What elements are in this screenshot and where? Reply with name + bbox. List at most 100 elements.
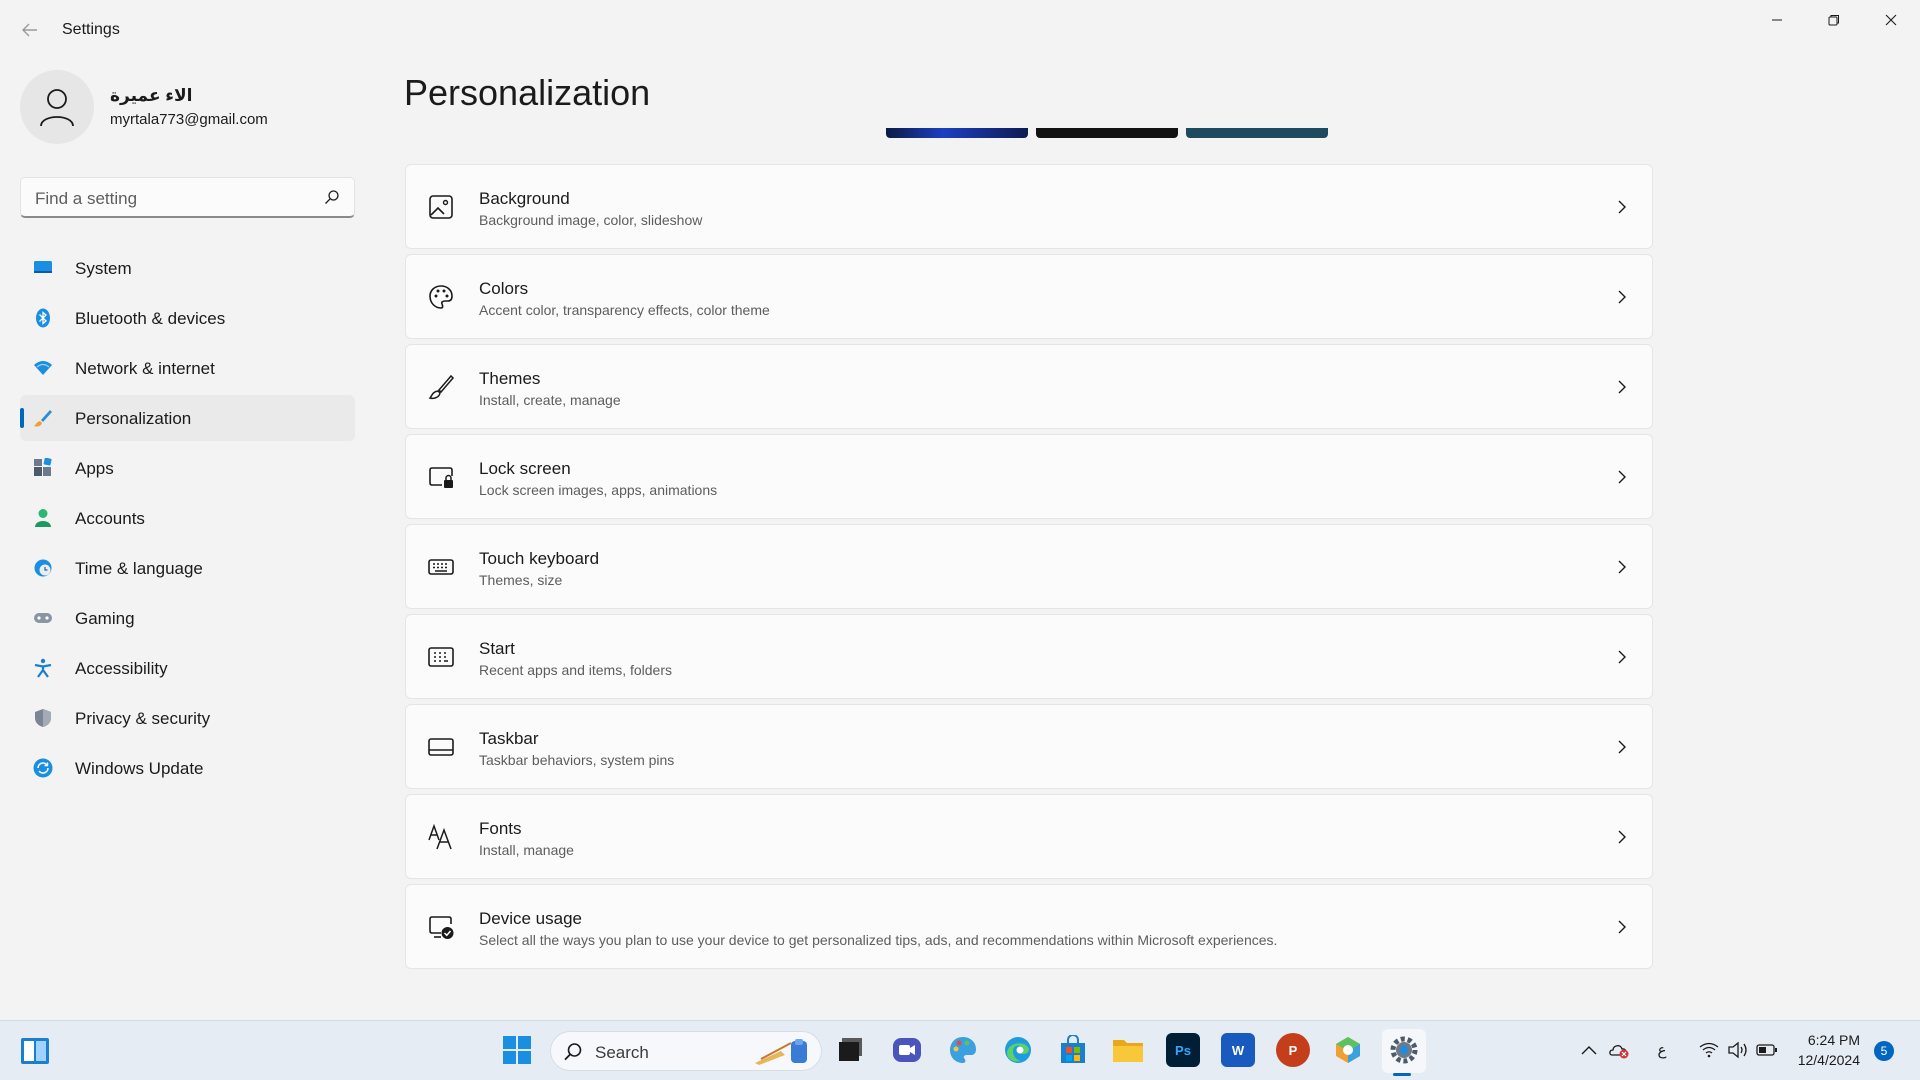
sidebar-item-accounts[interactable]: Accounts — [20, 495, 355, 541]
user-profile[interactable]: الاء عميرة myrtala773@gmail.com — [20, 70, 350, 146]
chevron-right-icon — [1618, 200, 1626, 214]
sidebar-item-time-language[interactable]: Time & language — [20, 545, 355, 591]
theme-thumbnail[interactable] — [1036, 128, 1178, 138]
sidebar-item-network[interactable]: Network & internet — [20, 345, 355, 391]
restore-button[interactable] — [1806, 0, 1862, 40]
chevron-right-icon — [1618, 920, 1626, 934]
sidebar-item-label: Time & language — [75, 559, 203, 578]
volume-icon[interactable] — [1727, 1039, 1749, 1061]
card-subtitle: Background image, color, slideshow — [479, 212, 703, 228]
clock-date[interactable]: 12/4/2024 — [1780, 1052, 1860, 1068]
chevron-right-icon — [1618, 560, 1626, 574]
sidebar-item-label: Gaming — [75, 609, 135, 628]
card-title: Fonts — [479, 819, 522, 838]
theme-thumbnail[interactable] — [886, 128, 1028, 138]
fonts-card[interactable]: Fonts Install, manage — [405, 794, 1653, 879]
onedrive-icon[interactable] — [1608, 1039, 1630, 1061]
sidebar-item-personalization[interactable]: Personalization — [20, 395, 355, 441]
minimize-button[interactable] — [1749, 0, 1805, 40]
wifi-icon[interactable] — [1698, 1039, 1720, 1061]
sidebar-item-label: Network & internet — [75, 359, 215, 378]
chevron-right-icon — [1618, 650, 1626, 664]
search-icon — [564, 1043, 582, 1061]
card-title: Touch keyboard — [479, 549, 600, 568]
palette-icon — [429, 285, 453, 309]
settings-search-input[interactable]: Find a setting — [20, 177, 355, 218]
file-explorer-icon[interactable] — [1111, 1033, 1145, 1067]
colors-card[interactable]: Colors Accent color, transparency effect… — [405, 254, 1653, 339]
apps-icon — [34, 458, 52, 476]
task-view-icon[interactable] — [834, 1033, 868, 1067]
card-subtitle: Accent color, transparency effects, colo… — [479, 302, 770, 318]
sidebar-item-accessibility[interactable]: Accessibility — [20, 645, 355, 691]
close-button[interactable] — [1863, 0, 1919, 40]
word-icon[interactable]: W — [1221, 1033, 1255, 1067]
photoshop-icon[interactable]: Ps — [1166, 1033, 1200, 1067]
background-card[interactable]: Background Background image, color, slid… — [405, 164, 1653, 249]
clock-time[interactable]: 6:24 PM — [1780, 1032, 1860, 1048]
widgets-icon[interactable] — [20, 1036, 50, 1066]
device-usage-icon — [429, 916, 454, 939]
sidebar-item-label: Apps — [75, 459, 114, 478]
accessibility-icon — [34, 658, 52, 678]
start-card[interactable]: Start Recent apps and items, folders — [405, 614, 1653, 699]
taskbar-card[interactable]: Taskbar Taskbar behaviors, system pins — [405, 704, 1653, 789]
chevron-right-icon — [1618, 740, 1626, 754]
paint-icon[interactable] — [946, 1033, 980, 1067]
chevron-right-icon — [1618, 380, 1626, 394]
sidebar-item-system[interactable]: System — [20, 245, 355, 291]
language-indicator[interactable]: ع — [1651, 1039, 1673, 1061]
edge-icon[interactable] — [1001, 1033, 1035, 1067]
taskbar-search-input[interactable]: Search — [550, 1031, 822, 1071]
wifi-icon — [34, 361, 52, 375]
card-title: Start — [479, 639, 515, 658]
back-button[interactable] — [14, 14, 46, 46]
chevron-right-icon — [1618, 470, 1626, 484]
fonts-icon — [428, 823, 452, 850]
app-cube-icon[interactable] — [1331, 1033, 1365, 1067]
chevron-up-icon[interactable] — [1578, 1039, 1600, 1061]
card-subtitle: Taskbar behaviors, system pins — [479, 752, 675, 768]
card-title: Device usage — [479, 909, 583, 928]
notification-badge[interactable]: 5 — [1874, 1041, 1894, 1061]
card-subtitle: Lock screen images, apps, animations — [479, 482, 718, 498]
sidebar-nav: System Bluetooth & devices Network & int… — [20, 245, 355, 795]
card-title: Lock screen — [479, 459, 571, 478]
sidebar-item-privacy[interactable]: Privacy & security — [20, 695, 355, 741]
taskbar: Search Ps W P ع 6:24 PM 12/4/2024 5 — [0, 1020, 1920, 1080]
chevron-right-icon — [1618, 830, 1626, 844]
store-icon[interactable] — [1056, 1033, 1090, 1067]
sidebar-item-apps[interactable]: Apps — [20, 445, 355, 491]
meet-icon[interactable] — [890, 1033, 924, 1067]
battery-icon[interactable] — [1756, 1039, 1778, 1061]
sidebar-item-windows-update[interactable]: Windows Update — [20, 745, 355, 791]
shield-icon — [35, 709, 51, 727]
powerpoint-icon[interactable]: P — [1276, 1033, 1310, 1067]
settings-icon[interactable] — [1387, 1033, 1421, 1067]
card-title: Colors — [479, 279, 529, 298]
globe-clock-icon — [34, 559, 52, 577]
theme-thumbnail[interactable] — [1186, 128, 1328, 138]
card-subtitle: Install, create, manage — [479, 392, 621, 408]
card-title: Taskbar — [479, 729, 539, 748]
bluetooth-icon — [36, 308, 50, 328]
device-usage-card[interactable]: Device usage Select all the ways you pla… — [405, 884, 1653, 969]
profile-name: الاء عميرة — [110, 86, 193, 105]
settings-list: Background Background image, color, slid… — [405, 164, 1653, 974]
accounts-icon — [35, 509, 51, 527]
touch-keyboard-card[interactable]: Touch keyboard Themes, size — [405, 524, 1653, 609]
sidebar-item-label: Accounts — [75, 509, 145, 528]
lock-screen-card[interactable]: Lock screen Lock screen images, apps, an… — [405, 434, 1653, 519]
sidebar-item-label: Windows Update — [75, 759, 204, 778]
start-button-icon[interactable] — [500, 1033, 534, 1067]
sidebar-item-bluetooth[interactable]: Bluetooth & devices — [20, 295, 355, 341]
sidebar-item-gaming[interactable]: Gaming — [20, 595, 355, 641]
brush-icon — [34, 410, 52, 427]
card-subtitle: Install, manage — [479, 842, 574, 858]
themes-card[interactable]: Themes Install, create, manage — [405, 344, 1653, 429]
card-title: Background — [479, 189, 570, 208]
keyboard-icon — [428, 559, 454, 575]
chevron-right-icon — [1618, 290, 1626, 304]
card-title: Themes — [479, 369, 541, 388]
start-icon — [428, 647, 454, 667]
